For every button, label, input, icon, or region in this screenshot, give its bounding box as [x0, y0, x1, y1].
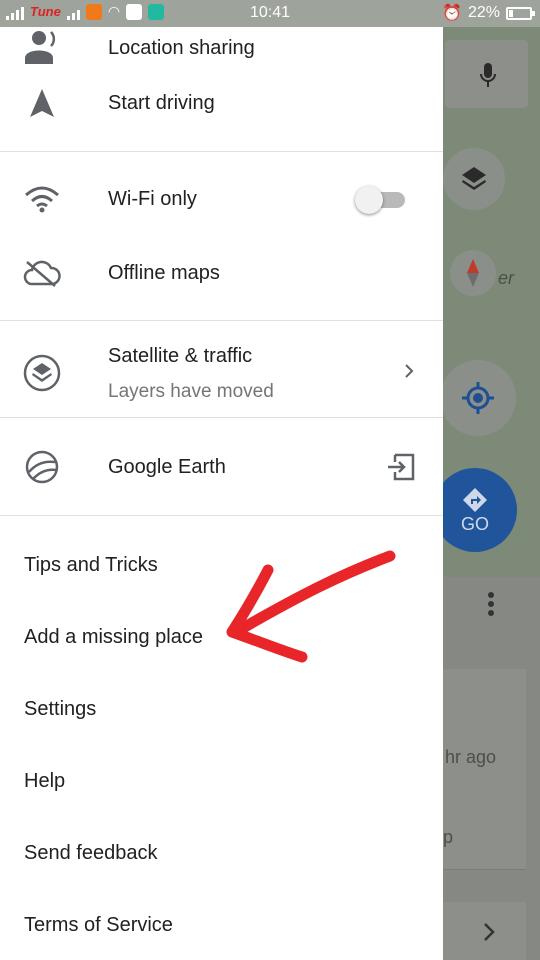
go-button[interactable]: GO	[433, 468, 517, 552]
compass-button[interactable]	[450, 250, 496, 296]
battery-icon	[506, 6, 535, 20]
status-right: ⏰ 22%	[442, 3, 535, 23]
wifi-only-toggle[interactable]	[355, 186, 407, 214]
compass-icon	[467, 259, 479, 287]
navigation-drawer: Location sharing Start driving Wi-Fi onl…	[0, 27, 443, 960]
google-earth-label: Google Earth	[108, 456, 226, 478]
map-bottom-sheet[interactable]: hr ago p	[443, 577, 540, 960]
navigation-arrow-icon	[22, 83, 62, 123]
wifi-icon	[22, 179, 62, 219]
chevron-right-icon	[405, 364, 414, 378]
wifi-only-label: Wi-Fi only	[108, 188, 197, 210]
satellite-traffic-label: Satellite & traffic	[108, 345, 253, 367]
chevron-right-icon	[484, 923, 495, 941]
menu-item-satellite-traffic[interactable]: Satellite & traffic Layers have moved	[0, 333, 443, 413]
menu-link-terms-of-service[interactable]: Terms of Service	[24, 914, 173, 937]
menu-item-google-earth[interactable]: Google Earth	[0, 441, 443, 493]
offline-maps-label: Offline maps	[108, 262, 220, 284]
menu-item-start-driving[interactable]: Start driving	[0, 77, 443, 129]
battery-fill	[509, 9, 513, 17]
menu-item-wifi-only[interactable]: Wi-Fi only	[0, 173, 443, 225]
my-location-button[interactable]	[440, 360, 516, 436]
next-card[interactable]	[443, 902, 526, 960]
my-location-icon	[462, 382, 494, 414]
map-label-partial: er	[498, 268, 515, 288]
location-sharing-icon	[22, 27, 62, 67]
go-label: GO	[460, 513, 489, 534]
menu-link-help[interactable]: Help	[24, 770, 65, 793]
menu-item-location-sharing[interactable]: Location sharing	[0, 27, 443, 77]
divider	[0, 151, 443, 152]
toggle-thumb	[355, 186, 383, 214]
menu-item-offline-maps[interactable]: Offline maps	[0, 247, 443, 299]
alarm-icon: ⏰	[442, 5, 462, 22]
status-bar: Tune ◠ 10:41 ⏰ 22%	[0, 0, 540, 27]
divider	[0, 417, 443, 418]
layers-circle-icon	[22, 353, 62, 393]
cloud-off-icon	[22, 253, 62, 293]
layers-icon	[462, 167, 486, 190]
start-driving-label: Start driving	[108, 92, 215, 114]
google-earth-icon	[22, 447, 62, 487]
more-options-icon[interactable]	[487, 591, 495, 617]
directions-icon	[463, 487, 487, 512]
menu-link-add-missing-place[interactable]: Add a missing place	[24, 626, 203, 649]
microphone-icon[interactable]	[479, 62, 497, 90]
menu-link-tips-and-tricks[interactable]: Tips and Tricks	[24, 554, 158, 577]
recent-time-text: hr ago	[445, 747, 497, 767]
recent-partial-text: p	[443, 827, 454, 847]
battery-percent: 22%	[467, 4, 500, 21]
menu-link-send-feedback[interactable]: Send feedback	[24, 842, 157, 865]
layers-button[interactable]	[443, 148, 505, 210]
divider	[0, 515, 443, 516]
divider	[0, 320, 443, 321]
location-sharing-label: Location sharing	[108, 37, 255, 59]
open-external-icon	[388, 453, 415, 481]
layers-moved-text: Layers have moved	[108, 381, 274, 402]
map-search-bar[interactable]	[445, 40, 528, 108]
menu-link-settings[interactable]: Settings	[24, 698, 96, 721]
recent-card[interactable]	[443, 669, 526, 870]
